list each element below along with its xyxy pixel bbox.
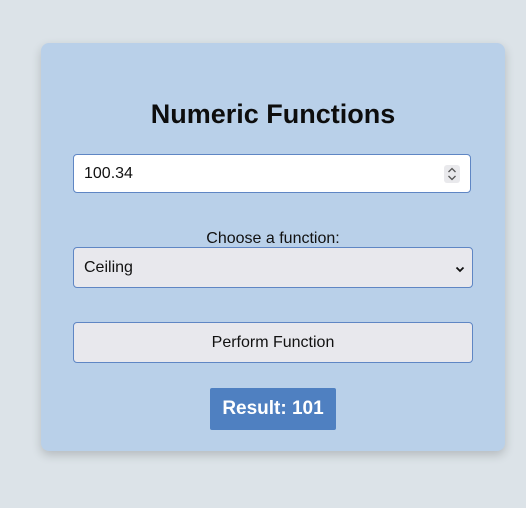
number-input[interactable]: 100.34 [73,154,471,193]
page-title: Numeric Functions [150,99,396,129]
result-badge: Result: 101 [210,388,336,430]
spinner-arrows-icon[interactable] [444,165,460,183]
function-select-label: Choose a function: [206,230,340,247]
chevron-down-icon [454,262,466,274]
function-select[interactable]: Ceiling [73,247,473,288]
numeric-functions-card: Numeric Functions 100.34 Choose a functi… [41,43,505,451]
perform-function-button[interactable]: Perform Function [73,322,473,363]
number-input-value: 100.34 [84,165,133,182]
function-select-value: Ceiling [84,259,133,276]
